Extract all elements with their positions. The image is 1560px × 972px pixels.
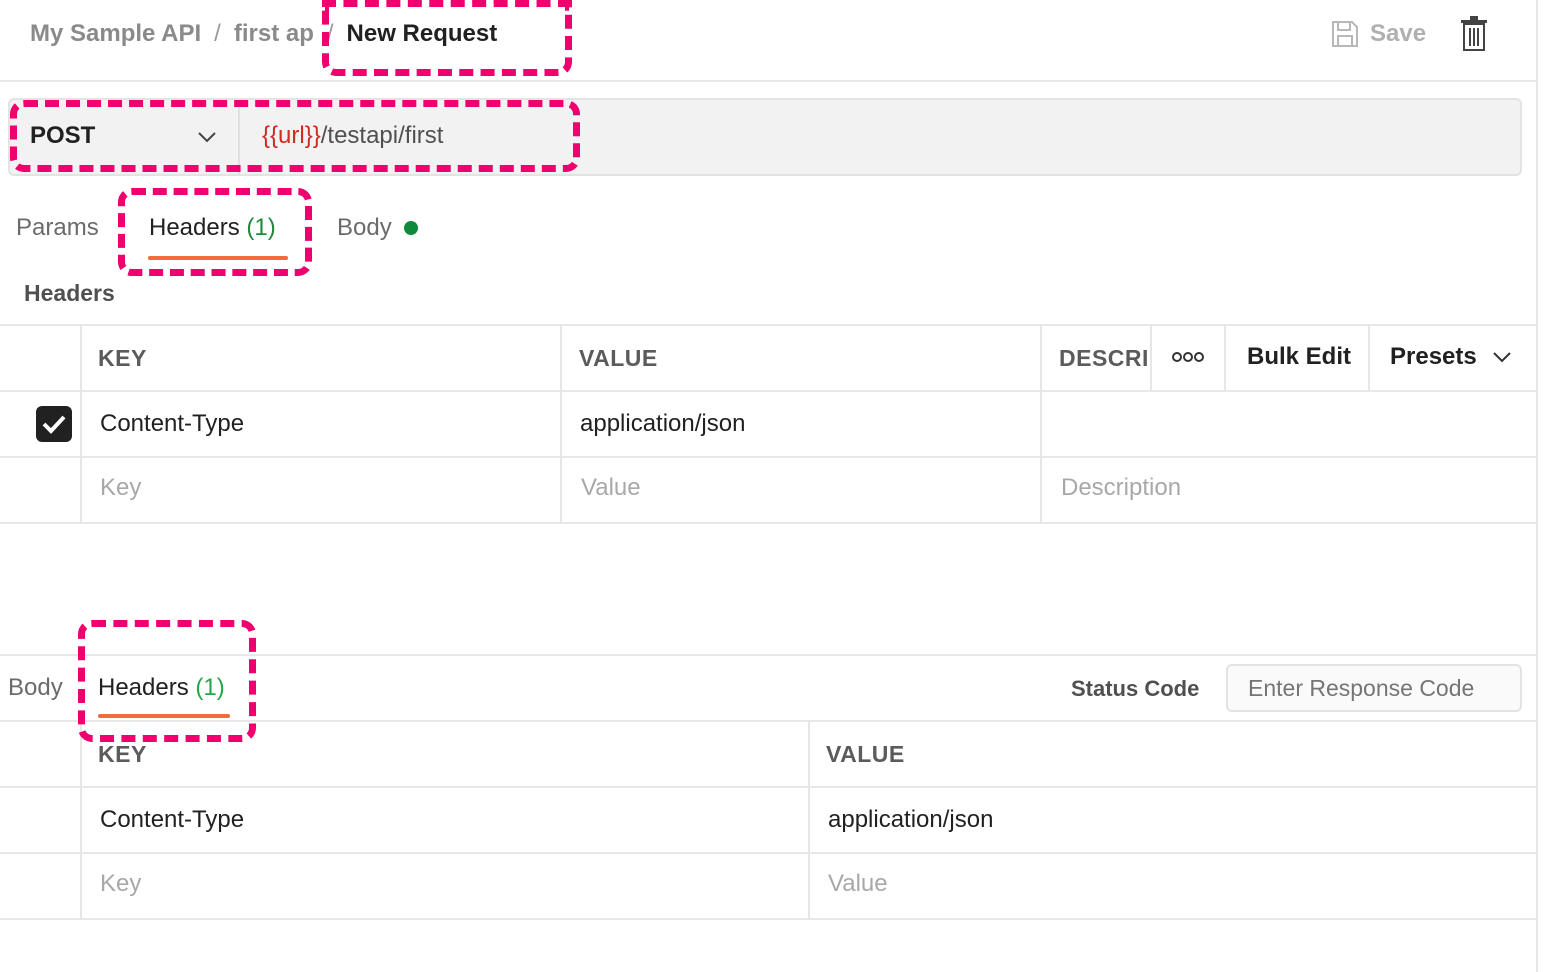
- response-tab-body[interactable]: Body: [8, 674, 63, 702]
- right-border: [1536, 0, 1538, 972]
- save-button[interactable]: Save: [1330, 14, 1426, 54]
- column-header-value: VALUE: [579, 345, 658, 371]
- header-value-cell[interactable]: application/json: [580, 410, 745, 438]
- checkmark-icon: [42, 415, 66, 434]
- response-header-key-cell[interactable]: Content-Type: [100, 806, 244, 834]
- column-divider: [1368, 324, 1370, 390]
- new-description-input[interactable]: Description: [1061, 474, 1181, 502]
- table-border: [0, 786, 1536, 788]
- table-border: [0, 918, 1536, 920]
- column-header-key: KEY: [98, 345, 147, 371]
- headers-section-title: Headers: [24, 280, 115, 306]
- table-border: [0, 852, 1536, 854]
- trash-icon: [1461, 16, 1487, 51]
- header-divider: [0, 80, 1536, 82]
- status-code-label: Status Code: [1071, 676, 1200, 701]
- save-icon: [1332, 21, 1358, 47]
- response-column-header-key: KEY: [98, 741, 147, 767]
- column-divider: [1150, 324, 1152, 390]
- breadcrumb-separator: /: [214, 20, 221, 47]
- breadcrumb-collection[interactable]: My Sample API: [30, 20, 201, 48]
- tab-body[interactable]: Body: [337, 214, 418, 242]
- presets-dropdown[interactable]: Presets: [1390, 343, 1513, 371]
- header-enabled-checkbox[interactable]: [36, 406, 72, 442]
- tab-body-label: Body: [337, 214, 392, 241]
- more-horizontal-icon: [1172, 352, 1204, 362]
- presets-label: Presets: [1390, 343, 1477, 370]
- response-header-value-cell[interactable]: application/json: [828, 806, 993, 834]
- header-key-cell[interactable]: Content-Type: [100, 410, 244, 438]
- tab-params[interactable]: Params: [16, 214, 99, 242]
- column-divider: [80, 720, 82, 920]
- column-divider: [1224, 324, 1226, 390]
- highlight-box-response-headers-tab: [78, 620, 256, 742]
- column-divider: [560, 324, 562, 524]
- table-border: [0, 324, 1536, 326]
- table-border: [0, 456, 1536, 458]
- new-value-input[interactable]: Value: [581, 474, 641, 502]
- breadcrumb-folder[interactable]: first ap: [234, 20, 314, 48]
- column-divider: [808, 720, 810, 920]
- column-divider: [80, 324, 82, 524]
- response-new-value-input[interactable]: Value: [828, 870, 888, 898]
- delete-button[interactable]: [1458, 16, 1490, 57]
- highlight-box-request-name: [322, 0, 572, 76]
- column-header-description: DESCRI: [1059, 345, 1149, 371]
- column-divider: [1040, 324, 1042, 524]
- bulk-edit-button[interactable]: Bulk Edit: [1247, 343, 1351, 371]
- chevron-down-icon: [1493, 352, 1511, 363]
- table-border: [0, 390, 1536, 392]
- new-key-input[interactable]: Key: [100, 474, 141, 502]
- save-label: Save: [1370, 20, 1427, 47]
- table-border: [0, 522, 1536, 524]
- status-code-input[interactable]: [1226, 664, 1522, 712]
- response-column-header-value: VALUE: [826, 741, 905, 767]
- body-indicator-dot: [403, 221, 418, 235]
- highlight-box-method-url: [10, 100, 580, 172]
- response-new-key-input[interactable]: Key: [100, 870, 141, 898]
- more-options-button[interactable]: [1172, 350, 1204, 369]
- highlight-box-headers-tab: [118, 188, 312, 276]
